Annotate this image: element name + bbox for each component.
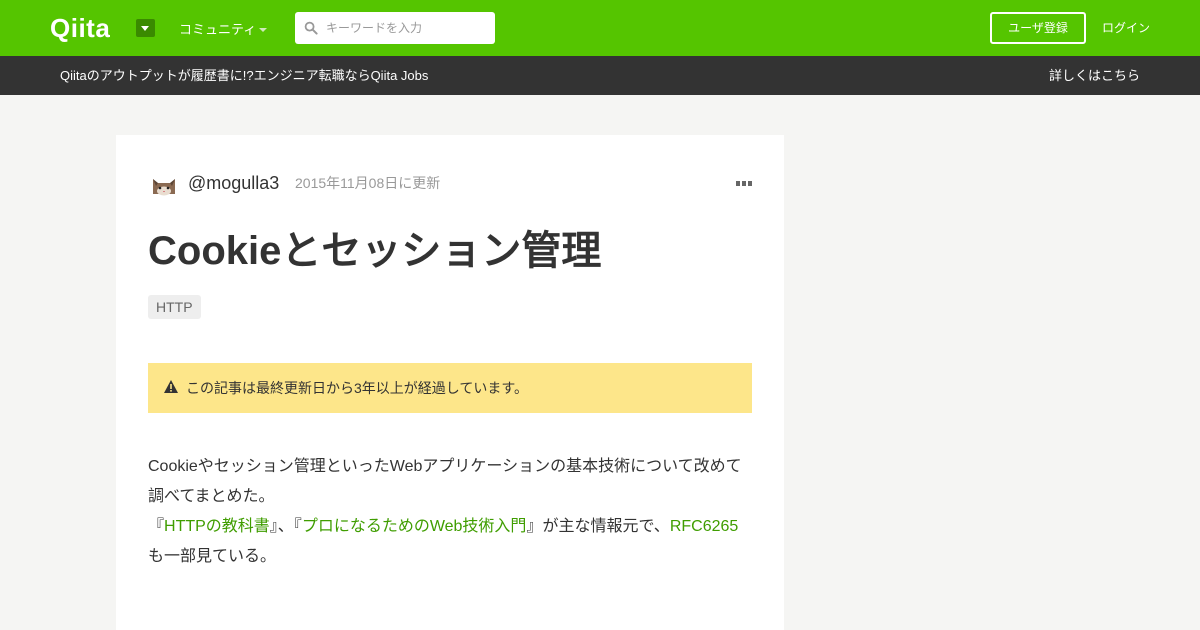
link-web-tech-book[interactable]: プロになるためのWeb技術入門 <box>302 518 527 535</box>
top-nav: Qiita コミュニティ ユーザ登録 ログイン <box>0 0 1200 56</box>
search-input[interactable] <box>326 12 486 44</box>
promo-banner: Qiitaのアウトプットが履歴書に!?エンジニア転職ならQiita Jobs 詳… <box>0 56 1200 95</box>
body-text: 『 <box>148 518 165 535</box>
outdated-alert: この記事は最終更新日から3年以上が経過しています。 <box>148 363 752 413</box>
banner-link[interactable]: 詳しくはこちら <box>1049 67 1140 84</box>
body-paragraph: Cookieやセッション管理といったWebアプリケーションの基本技術について改め… <box>148 458 742 505</box>
link-rfc6265[interactable]: RFC6265 <box>670 518 738 535</box>
author-username[interactable]: @mogulla3 <box>188 172 279 194</box>
caret-down-icon[interactable] <box>259 28 267 32</box>
body-text: 』、『 <box>269 518 302 535</box>
cat-avatar[interactable] <box>148 167 180 199</box>
updated-date: 2015年11月08日に更新 <box>295 175 441 191</box>
article-title: Cookieとセッション管理 <box>148 229 602 273</box>
banner-text[interactable]: Qiitaのアウトプットが履歴書に!?エンジニア転職ならQiita Jobs <box>60 67 428 84</box>
link-http-book[interactable]: HTTPの教科書 <box>164 518 270 535</box>
article-body: Cookieやセッション管理といったWebアプリケーションの基本技術について改め… <box>148 452 752 572</box>
warning-icon <box>164 380 178 393</box>
body-text: も一部見ている。 <box>148 548 277 565</box>
alert-text: この記事は最終更新日から3年以上が経過しています。 <box>186 380 528 396</box>
dropdown-icon[interactable] <box>136 19 155 37</box>
search-box[interactable] <box>295 12 495 44</box>
tag-http[interactable]: HTTP <box>148 295 201 319</box>
signup-button[interactable]: ユーザ登録 <box>990 12 1086 44</box>
login-link[interactable]: ログイン <box>1102 19 1150 37</box>
community-menu[interactable]: コミュニティ <box>179 21 256 39</box>
article-card: @mogulla3 2015年11月08日に更新 Cookieとセッション管理 … <box>116 135 784 630</box>
qiita-logo[interactable]: Qiita <box>50 13 110 43</box>
body-text: 』が主な情報元で、 <box>526 518 670 535</box>
more-icon[interactable] <box>736 181 752 186</box>
search-icon <box>304 21 318 35</box>
